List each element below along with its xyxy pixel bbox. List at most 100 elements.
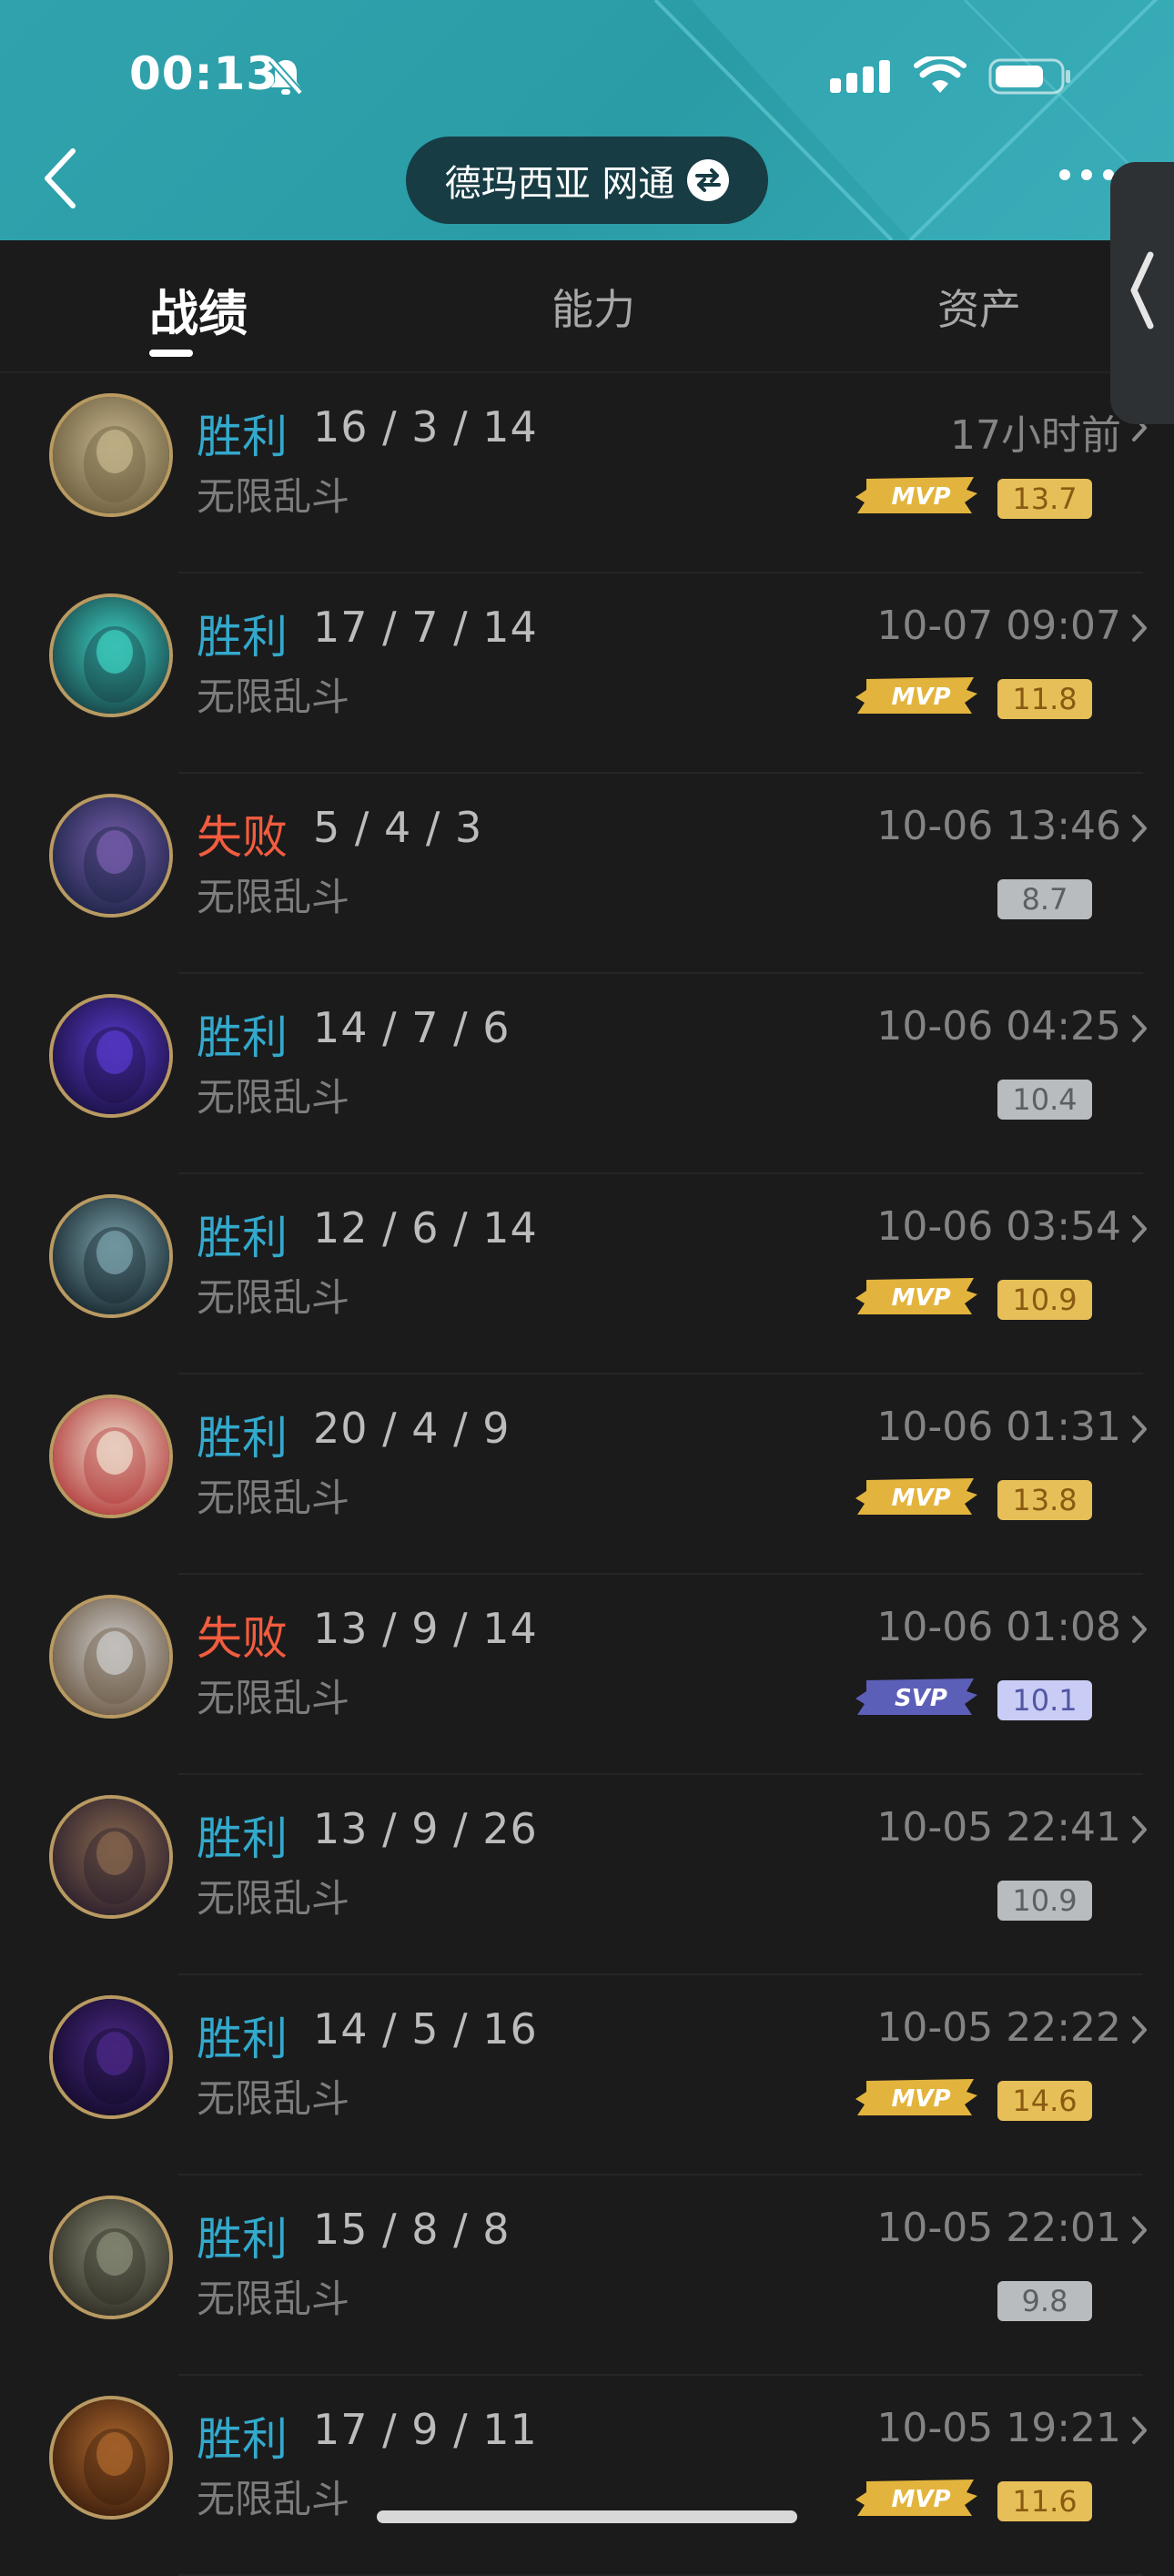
svg-text:MVP: MVP [891, 2085, 950, 2113]
match-mode: 无限乱斗 [197, 875, 350, 919]
chevron-right-icon [1130, 2216, 1149, 2248]
match-result: 失败 [197, 811, 288, 864]
champion-avatar [49, 1394, 173, 1518]
svg-text:SVP: SVP [895, 1685, 947, 1712]
champion-avatar [49, 1194, 173, 1318]
match-result: 胜利 [197, 2213, 288, 2266]
mvp-badge-icon: MVP [855, 2480, 977, 2516]
match-score: 10.1 [997, 1680, 1092, 1720]
match-mode: 无限乱斗 [197, 1876, 350, 1921]
match-time: 10-05 22:41 [876, 1804, 1121, 1851]
champion-avatar [49, 794, 173, 918]
svg-text:MVP: MVP [891, 483, 950, 511]
signal-icon [830, 60, 890, 93]
match-row[interactable]: 失败 5 / 4 / 3 无限乱斗 10-06 13:46 8.7 [0, 774, 1174, 974]
match-score: 14.6 [997, 2081, 1092, 2121]
match-result: 胜利 [197, 1212, 288, 1264]
match-mode: 无限乱斗 [197, 1476, 350, 1520]
mvp-badge-icon: MVP [855, 1478, 977, 1515]
match-mode: 无限乱斗 [197, 674, 350, 719]
match-mode: 无限乱斗 [197, 1275, 350, 1320]
chevron-left-icon [1130, 251, 1154, 330]
svg-text:MVP: MVP [891, 1485, 950, 1512]
match-result: 胜利 [197, 2413, 288, 2466]
match-kda: 12 / 6 / 14 [313, 1203, 538, 1253]
champion-avatar [49, 1595, 173, 1719]
bell-muted-icon [268, 57, 303, 96]
tab-assets[interactable]: 资产 [937, 277, 1021, 337]
match-kda: 14 / 7 / 6 [313, 1003, 511, 1052]
active-tab-indicator [149, 350, 193, 357]
mvp-badge-icon: MVP [855, 677, 977, 714]
match-row[interactable]: 胜利 12 / 6 / 14 无限乱斗 10-06 03:54 MVP 10.9 [0, 1174, 1174, 1374]
chevron-right-icon [1130, 1014, 1149, 1047]
status-time: 00:13 [129, 47, 279, 100]
side-drawer-handle[interactable] [1110, 162, 1174, 424]
match-mode: 无限乱斗 [197, 2477, 350, 2521]
match-result: 胜利 [197, 2013, 288, 2065]
match-row[interactable]: 胜利 14 / 7 / 6 无限乱斗 10-06 04:25 10.4 [0, 974, 1174, 1174]
server-name: 德玛西亚 网通 [444, 163, 675, 205]
match-kda: 14 / 5 / 16 [313, 2004, 538, 2054]
champion-avatar [49, 2396, 173, 2520]
champion-avatar [49, 994, 173, 1118]
match-list: 胜利 16 / 3 / 14 无限乱斗 17小时前 MVP 13.7 胜利 17 / 7 / … [0, 373, 1174, 2576]
match-result: 胜利 [197, 1412, 288, 1465]
tab-record[interactable]: 战绩 [149, 273, 248, 345]
match-kda: 16 / 3 / 14 [313, 402, 538, 451]
match-score: 11.6 [997, 2481, 1092, 2521]
champion-avatar [49, 593, 173, 717]
match-row[interactable]: 胜利 17 / 7 / 14 无限乱斗 10-07 09:07 MVP 11.8 [0, 573, 1174, 774]
match-row[interactable]: 胜利 14 / 5 / 16 无限乱斗 10-05 22:22 MVP 14.6 [0, 1975, 1174, 2175]
match-score: 10.4 [997, 1080, 1092, 1120]
champion-avatar [49, 2196, 173, 2319]
match-score: 10.9 [997, 1881, 1092, 1921]
chevron-right-icon [1130, 1815, 1149, 1848]
champion-avatar [49, 393, 173, 517]
server-switch-button[interactable]: 德玛西亚 网通 [406, 137, 768, 224]
match-row[interactable]: 胜利 20 / 4 / 9 无限乱斗 10-06 01:31 MVP 13.8 [0, 1374, 1174, 1575]
chevron-right-icon [1130, 814, 1149, 847]
match-row[interactable]: 胜利 16 / 3 / 14 无限乱斗 17小时前 MVP 13.7 [0, 373, 1174, 573]
chevron-right-icon [1130, 1214, 1149, 1247]
mvp-badge-icon: MVP [855, 2079, 977, 2115]
match-mode: 无限乱斗 [197, 1075, 350, 1120]
match-mode: 无限乱斗 [197, 2277, 350, 2321]
match-row[interactable]: 胜利 17 / 9 / 11 无限乱斗 10-05 19:21 MVP 11.6 [0, 2376, 1174, 2576]
svg-text:MVP: MVP [891, 1284, 950, 1312]
match-row[interactable]: 胜利 13 / 9 / 26 无限乱斗 10-05 22:41 10.9 [0, 1775, 1174, 1975]
match-time: 10-05 22:01 [876, 2205, 1121, 2251]
swap-icon [687, 159, 730, 201]
home-indicator [377, 2510, 797, 2523]
svg-text:MVP: MVP [891, 684, 950, 711]
match-score: 9.8 [997, 2281, 1092, 2321]
match-score: 13.8 [997, 1480, 1092, 1520]
match-row[interactable]: 失败 13 / 9 / 14 无限乱斗 10-06 01:08 SVP 10.1 [0, 1575, 1174, 1775]
match-kda: 17 / 9 / 11 [313, 2405, 538, 2454]
match-row[interactable]: 胜利 15 / 8 / 8 无限乱斗 10-05 22:01 9.8 [0, 2175, 1174, 2376]
match-time: 10-07 09:07 [876, 603, 1121, 649]
back-arrow-icon[interactable] [40, 146, 80, 211]
match-time: 10-06 01:08 [876, 1604, 1121, 1650]
match-time: 10-06 13:46 [876, 803, 1121, 849]
match-kda: 17 / 7 / 14 [313, 603, 538, 652]
chevron-right-icon [1130, 2416, 1149, 2449]
top-header: 00:13 德玛西亚 网通 [0, 0, 1174, 240]
battery-icon [988, 58, 1070, 95]
match-mode: 无限乱斗 [197, 1676, 350, 1720]
chevron-right-icon [1130, 1415, 1149, 1447]
champion-avatar [49, 1995, 173, 2119]
match-time: 10-06 03:54 [876, 1203, 1121, 1250]
chevron-right-icon [1130, 2015, 1149, 2048]
chevron-right-icon [1130, 614, 1149, 646]
match-score: 8.7 [997, 879, 1092, 919]
match-kda: 13 / 9 / 26 [313, 1804, 538, 1853]
match-time: 10-05 22:22 [876, 2004, 1121, 2051]
match-time: 10-06 04:25 [876, 1003, 1121, 1050]
more-icon[interactable] [1059, 169, 1114, 180]
match-result: 胜利 [197, 1812, 288, 1865]
match-result: 失败 [197, 1612, 288, 1665]
tab-ability[interactable]: 能力 [552, 277, 635, 337]
svp-badge-icon: SVP [855, 1678, 977, 1715]
match-mode: 无限乱斗 [197, 474, 350, 519]
